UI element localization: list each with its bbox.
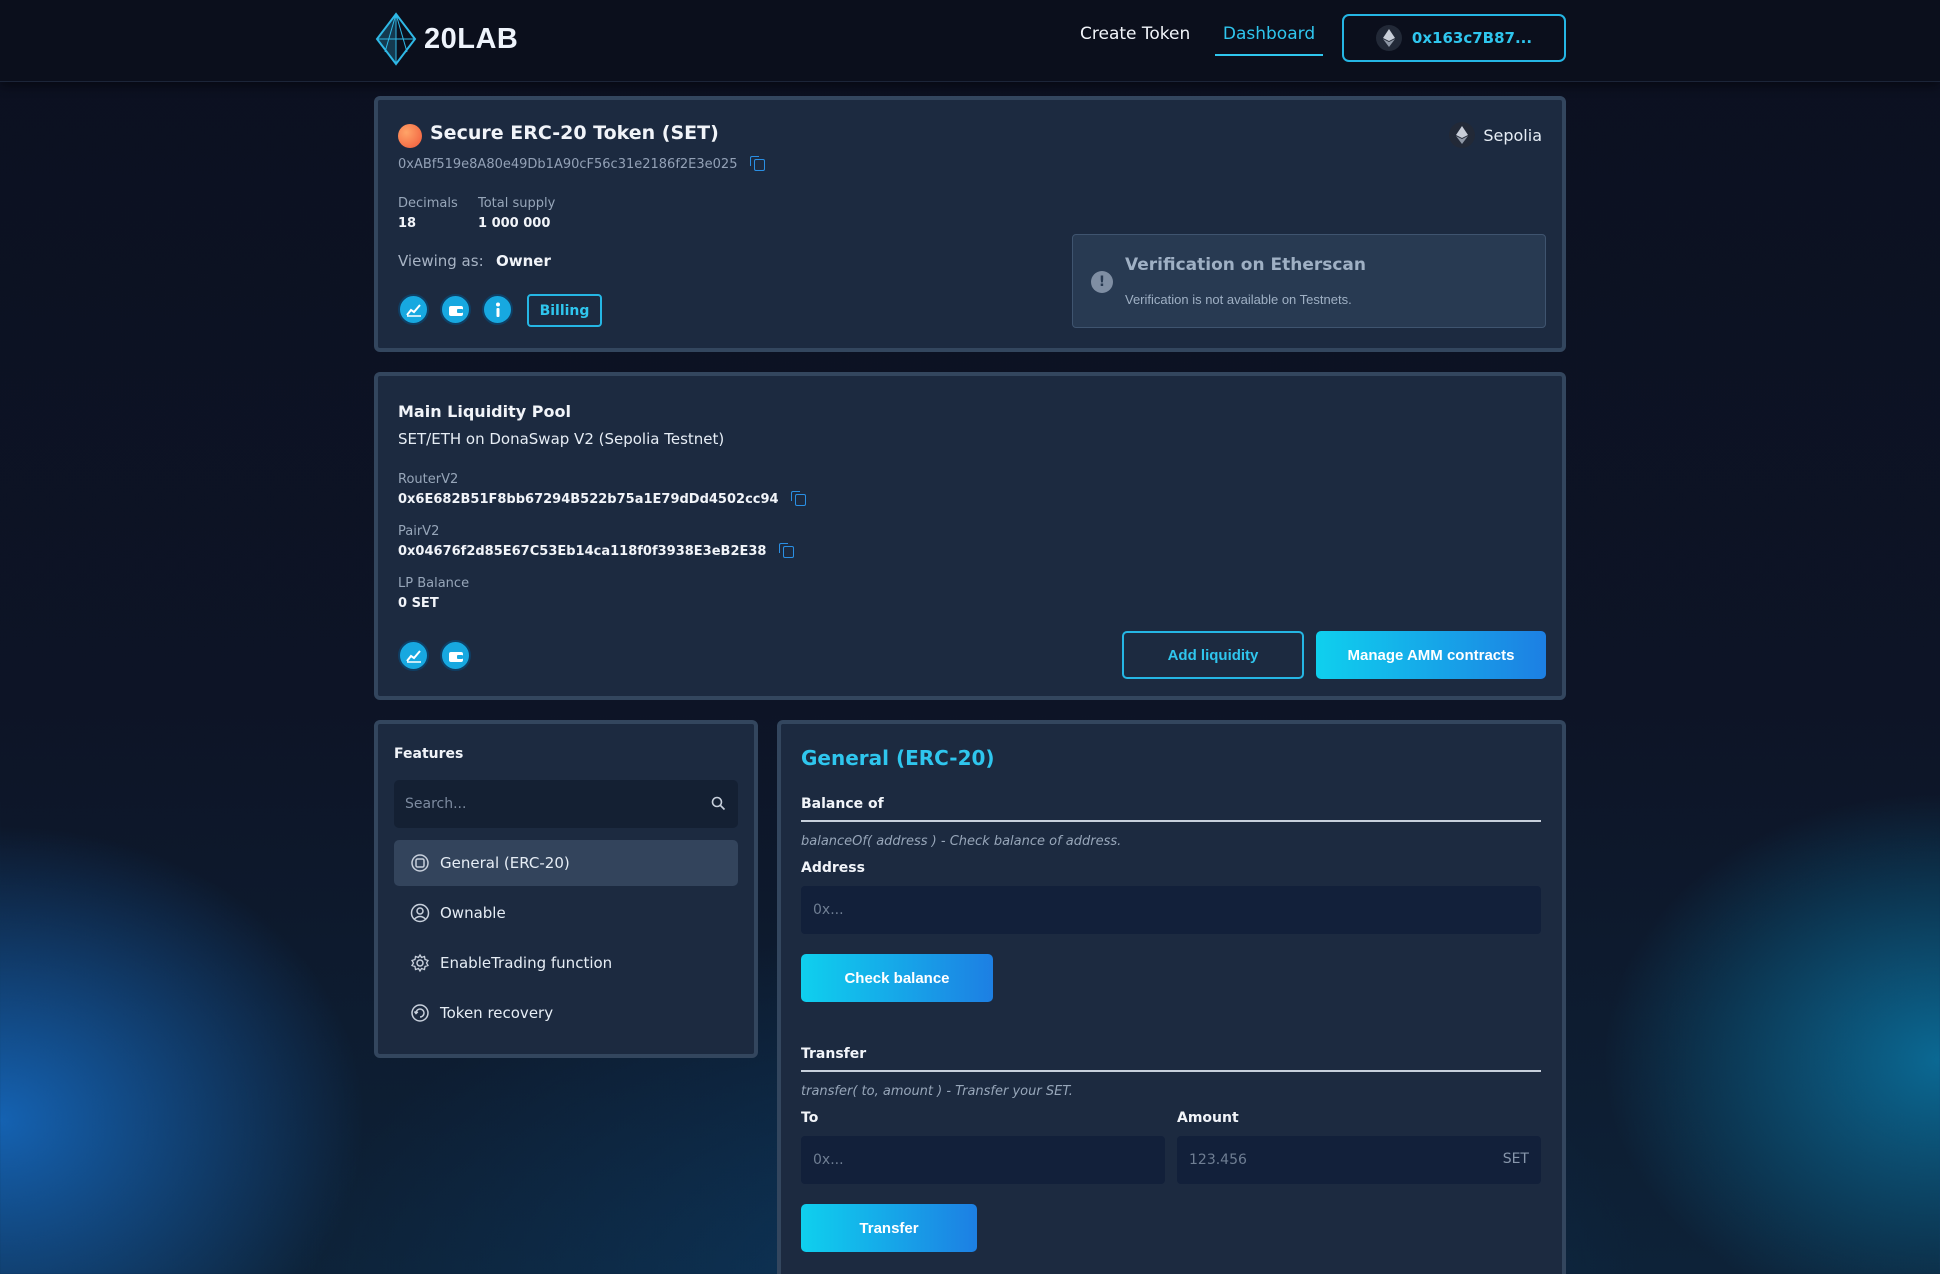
copy-icon[interactable] [791,490,807,506]
viewing-as-value: Owner [496,252,551,270]
to-input[interactable] [801,1136,1165,1184]
features-title: Features [394,746,464,762]
user-circle-icon [410,903,430,923]
supply-label: Total supply [478,196,556,211]
token-address: 0xABf519e8A80e49Db1A90cF56c31e2186f2E3e0… [398,155,765,172]
chart-icon[interactable] [398,640,429,671]
supply-value: 1 000 000 [478,216,551,231]
token-info-card: Secure ERC-20 Token (SET) 0xABf519e8A80e… [374,96,1566,352]
search-icon[interactable] [711,796,726,811]
amount-unit: SET [1502,1151,1529,1167]
copy-icon[interactable] [779,542,794,558]
network-badge: Sepolia [1449,122,1542,148]
billing-button[interactable]: Billing [527,294,602,327]
wallet-icon[interactable] [440,294,471,325]
verification-text: Verification is not available on Testnet… [1125,292,1352,307]
search-input[interactable] [394,780,694,828]
address-input[interactable] [801,886,1541,934]
feature-item-label: Ownable [440,904,506,922]
nav-dashboard[interactable]: Dashboard [1215,24,1323,56]
amount-input[interactable] [1177,1136,1541,1184]
recovery-icon [411,1004,429,1022]
router-label: RouterV2 [398,472,459,487]
lp-balance-value: 0 SET [398,596,439,611]
copy-icon[interactable] [749,155,765,171]
router-address: 0x6E682B51F8bb67294B522b75a1E79dDd4502cc… [398,490,807,507]
pair-address-text: 0x04676f2d85E67C53Eb14ca118f0f3938E3eB2E… [398,544,767,559]
features-search [394,780,738,828]
decimals-label: Decimals [398,196,458,211]
nav-create-token[interactable]: Create Token [1080,24,1190,54]
amount-label: Amount [1177,1110,1239,1126]
feature-item-label: EnableTrading function [440,954,613,972]
add-liquidity-button[interactable]: Add liquidity [1122,631,1304,679]
check-balance-button[interactable]: Check balance [801,954,993,1002]
logo-text: 20LAB [424,22,519,55]
feature-item-label: Token recovery [440,1004,554,1022]
transfer-button[interactable]: Transfer [801,1204,977,1252]
logo-diamond-icon [375,12,417,66]
verification-title: Verification on Etherscan [1125,255,1366,275]
balance-of-description: balanceOf( address ) - Check balance of … [801,834,1122,849]
address-field [801,886,1541,934]
pair-address: 0x04676f2d85E67C53Eb14ca118f0f3938E3eB2E… [398,542,794,559]
balance-of-heading: Balance of [801,796,1541,822]
chip-icon [411,854,429,872]
feature-item-enable-trading[interactable]: EnableTrading function [394,940,738,986]
general-erc20-panel: General (ERC-20) Balance of balanceOf( a… [777,720,1566,1274]
address-label: Address [801,860,865,876]
alert-icon: ! [1091,271,1113,293]
feature-item-ownable[interactable]: Ownable [394,890,738,936]
section-title: General (ERC-20) [801,746,995,770]
token-logo-icon [398,124,422,148]
amount-field: SET [1177,1136,1541,1184]
top-navbar: 20LAB Create Token Dashboard 0x163c7B87.… [0,0,1940,82]
ethereum-icon [1449,122,1476,148]
features-sidebar: Features General (ERC-20) Ownable Enable… [374,720,758,1058]
manage-amm-button[interactable]: Manage AMM contracts [1316,631,1546,679]
wallet-address: 0x163c7B87... [1411,29,1533,47]
liquidity-pool-card: Main Liquidity Pool SET/ETH on DonaSwap … [374,372,1566,700]
ethereum-icon [1375,25,1402,51]
feature-item-token-recovery[interactable]: Token recovery [394,990,738,1036]
info-icon[interactable] [482,294,513,325]
token-address-text: 0xABf519e8A80e49Db1A90cF56c31e2186f2E3e0… [398,157,738,172]
viewing-as-label: Viewing as: [398,252,484,270]
wallet-button[interactable]: 0x163c7B87... [1342,14,1566,62]
to-label: To [801,1110,819,1126]
feature-item-label: General (ERC-20) [440,854,570,872]
transfer-description: transfer( to, amount ) - Transfer your S… [801,1084,1073,1099]
lp-balance-label: LP Balance [398,576,470,591]
router-address-text: 0x6E682B51F8bb67294B522b75a1E79dDd4502cc… [398,492,779,507]
network-name: Sepolia [1483,125,1542,145]
token-title: Secure ERC-20 Token (SET) [430,122,719,144]
pair-label: PairV2 [398,524,440,539]
pool-subtitle: SET/ETH on DonaSwap V2 (Sepolia Testnet) [398,430,725,448]
feature-item-general[interactable]: General (ERC-20) [394,840,738,886]
wallet-icon[interactable] [440,640,471,671]
gear-icon [411,953,429,973]
transfer-heading: Transfer [801,1046,1541,1072]
decimals-value: 18 [398,216,417,231]
to-field [801,1136,1165,1184]
chart-icon[interactable] [398,294,429,325]
verification-notice: ! Verification on Etherscan Verification… [1072,234,1546,328]
logo[interactable]: 20LAB [374,12,518,66]
pool-title: Main Liquidity Pool [398,402,571,421]
